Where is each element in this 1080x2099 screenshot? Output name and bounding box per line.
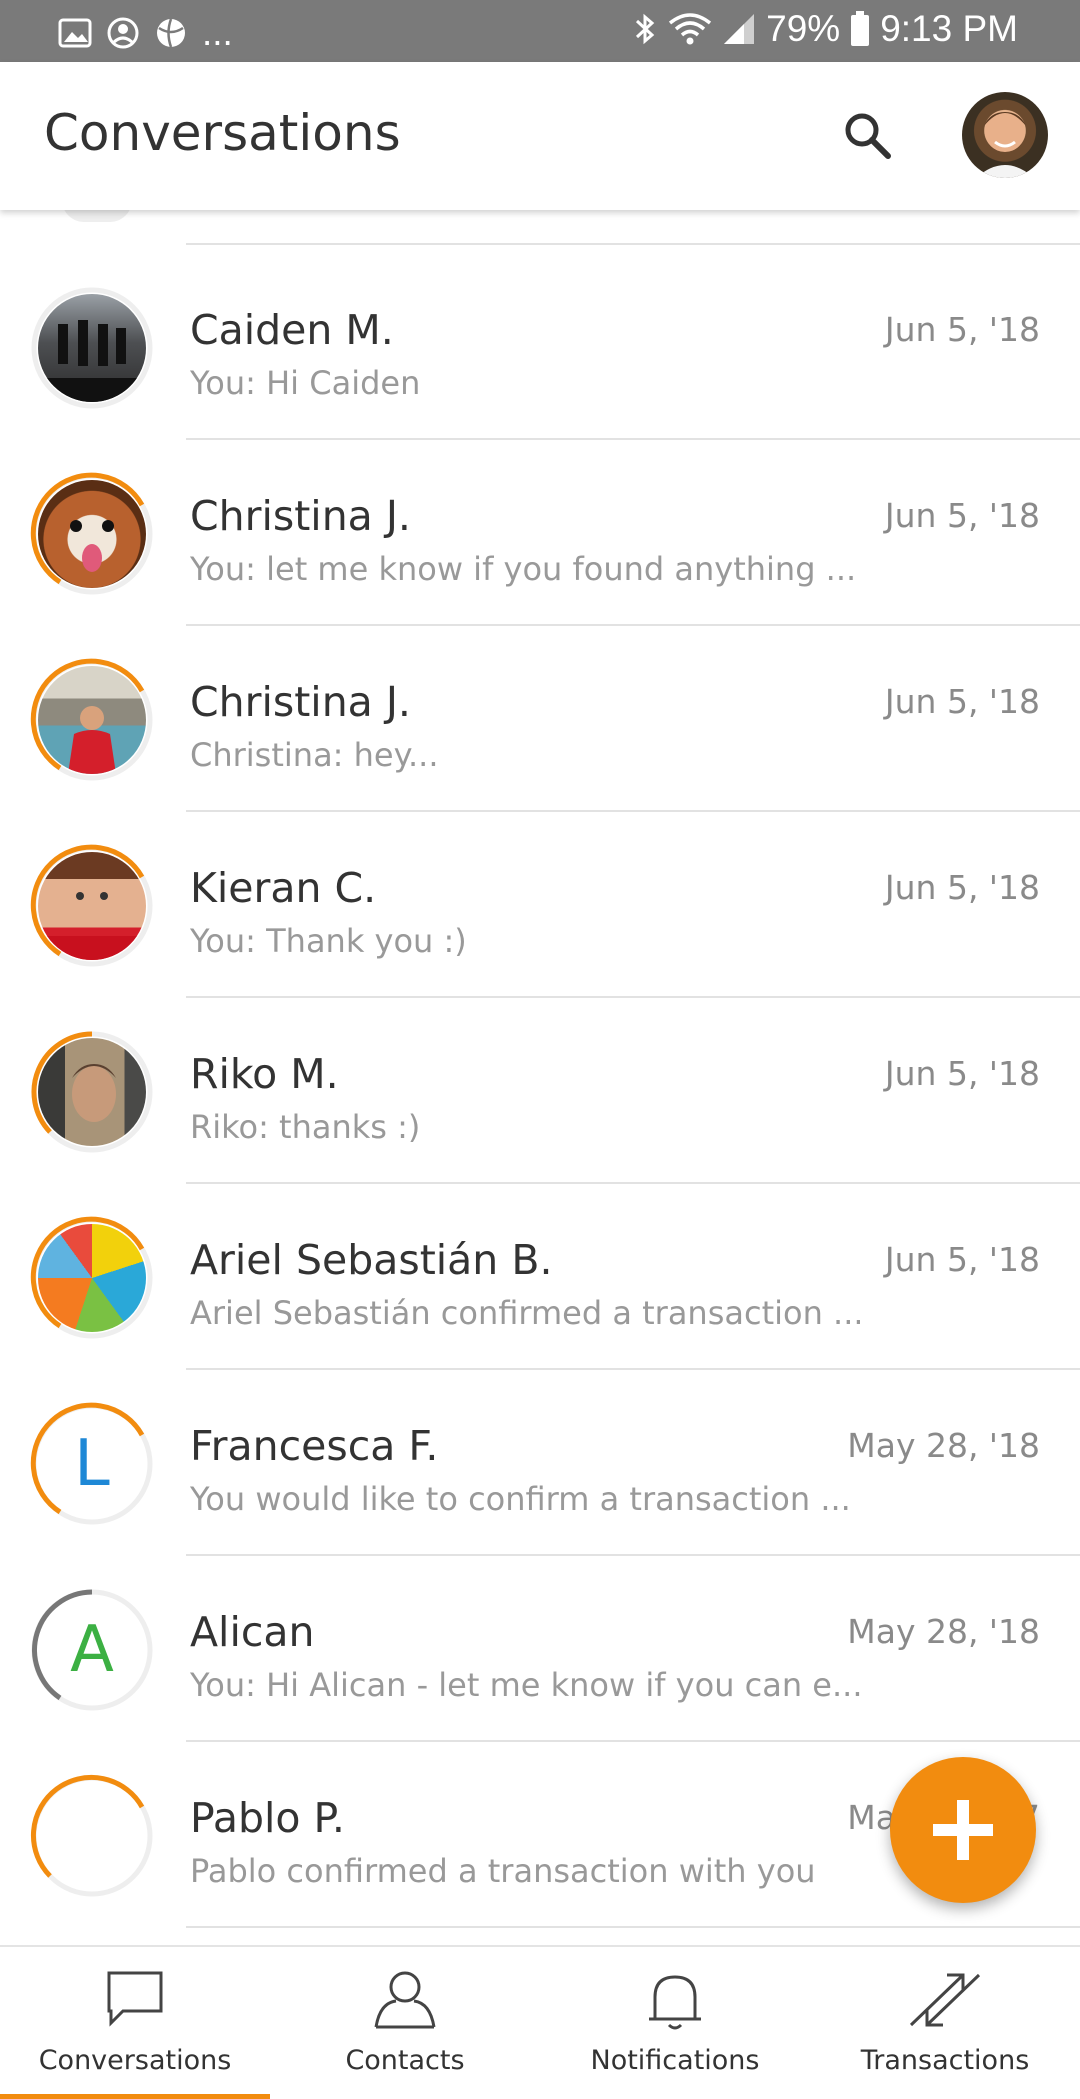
wifi-icon <box>669 13 712 45</box>
message-date: Jun 5, '18 <box>884 868 1040 907</box>
avatar <box>30 658 154 782</box>
tab-notifications[interactable]: Notifications <box>540 1947 810 2099</box>
exchange-arrows-icon <box>909 1973 981 2027</box>
contact-name: Christina J. <box>190 678 411 726</box>
signal-icon <box>724 14 755 44</box>
tab-transactions[interactable]: Transactions <box>810 1947 1080 2099</box>
avatar-initial: A <box>70 1613 114 1687</box>
chat-bubble-icon <box>107 1971 163 2027</box>
contact-name: Pablo P. <box>190 1794 345 1842</box>
battery-percent: 79% <box>766 8 841 49</box>
conversation-row[interactable]: Riko M. Riko: thanks :) Jun 5, '18 <box>0 998 1080 1184</box>
plus-icon <box>933 1800 993 1860</box>
message-preview: You: Hi Caiden <box>190 364 421 402</box>
account-circle-icon <box>107 17 139 49</box>
status-right: 79% 9:13 PM <box>632 8 1018 50</box>
divider <box>186 243 1080 245</box>
contact-name: Riko M. <box>190 1050 339 1098</box>
avatar <box>30 1774 154 1898</box>
message-date-start: Ma <box>847 1798 896 1837</box>
avatar-photo <box>38 294 146 402</box>
message-preview: You: let me know if you found anything .… <box>190 550 857 588</box>
avatar-photo <box>38 666 146 774</box>
status-overflow: ... <box>202 12 233 53</box>
avatar-empty <box>38 1782 146 1890</box>
new-conversation-button[interactable] <box>890 1757 1036 1903</box>
profile-avatar[interactable] <box>962 92 1048 178</box>
avatar-letter: L <box>38 1410 146 1518</box>
message-preview: You: Hi Alican - let me know if you can … <box>190 1666 860 1704</box>
message-preview: Pablo confirmed a transaction with you <box>190 1852 816 1890</box>
ball-icon <box>157 18 185 48</box>
status-bar: ... 79% 9:13 PM <box>0 0 1080 62</box>
avatar-letter: A <box>38 1596 146 1704</box>
tab-label: Conversations <box>38 2045 232 2076</box>
contact-name: Francesca F. <box>190 1422 439 1470</box>
tab-contacts[interactable]: Contacts <box>270 1947 540 2099</box>
divider <box>186 1926 1080 1928</box>
message-preview: You: Thank you :) <box>190 922 467 960</box>
image-icon <box>58 18 92 48</box>
message-date: May 28, '18 <box>847 1426 1040 1465</box>
message-date: May 28, '18 <box>847 1612 1040 1651</box>
tab-label: Notifications <box>590 2045 760 2076</box>
message-preview: You would like to confirm a transaction … <box>190 1480 851 1518</box>
avatar-photo <box>38 852 146 960</box>
page-title: Conversations <box>44 104 401 162</box>
message-preview: Riko: thanks :) <box>190 1108 421 1146</box>
tab-label: Transactions <box>860 2045 1030 2076</box>
avatar <box>30 1216 154 1340</box>
search-icon <box>845 113 891 159</box>
avatar-photo <box>38 1038 146 1146</box>
contact-name: Christina J. <box>190 492 411 540</box>
conversation-row[interactable]: Kieran C. You: Thank you :) Jun 5, '18 <box>0 812 1080 998</box>
bell-icon <box>649 1975 701 2030</box>
contact-name: Ariel Sebastián B. <box>190 1236 553 1284</box>
status-time: 9:13 PM <box>880 8 1018 49</box>
avatar <box>30 286 154 410</box>
bluetooth-icon <box>636 13 655 45</box>
profile-photo-icon <box>976 112 1034 178</box>
contact-name: Kieran C. <box>190 864 377 912</box>
message-date: Jun 5, '18 <box>884 310 1040 349</box>
conversation-row[interactable]: A Alican You: Hi Alican - let me know if… <box>0 1556 1080 1742</box>
conversation-row[interactable]: Caiden M. You: Hi Caiden Jun 5, '18 <box>0 254 1080 440</box>
avatar-photo <box>38 480 146 588</box>
conversation-row[interactable]: Ariel Sebastián B. Ariel Sebastián confi… <box>0 1184 1080 1370</box>
message-preview: Ariel Sebastián confirmed a transaction … <box>190 1294 860 1332</box>
avatar <box>30 472 154 596</box>
tab-conversations[interactable]: Conversations <box>0 1947 270 2099</box>
tab-label: Contacts <box>345 2045 465 2076</box>
app-bar: Conversations <box>0 62 1080 210</box>
avatar: A <box>30 1588 154 1712</box>
search-button[interactable] <box>838 106 898 166</box>
message-preview: Christina: hey... <box>190 736 439 774</box>
avatar: L <box>30 1402 154 1526</box>
person-icon <box>374 1971 436 2029</box>
avatar-photo <box>38 1224 146 1332</box>
conversation-row[interactable]: L Francesca F. You would like to confirm… <box>0 1370 1080 1556</box>
contact-name: Caiden M. <box>190 306 394 354</box>
battery-icon <box>851 11 870 46</box>
message-date: Jun 5, '18 <box>884 496 1040 535</box>
message-date: Jun 5, '18 <box>884 1240 1040 1279</box>
contact-name: Alican <box>190 1608 315 1656</box>
message-date: Jun 5, '18 <box>884 682 1040 721</box>
status-left-icons: ... <box>58 12 233 54</box>
message-date: Jun 5, '18 <box>884 1054 1040 1093</box>
conversation-row[interactable]: Christina J. Christina: hey... Jun 5, '1… <box>0 626 1080 812</box>
conversation-row[interactable]: Christina J. You: let me know if you fou… <box>0 440 1080 626</box>
avatar-initial: L <box>74 1427 110 1501</box>
avatar <box>30 1030 154 1154</box>
bottom-nav: Conversations Contacts Notifications Tra… <box>0 1945 1080 2099</box>
avatar <box>30 844 154 968</box>
